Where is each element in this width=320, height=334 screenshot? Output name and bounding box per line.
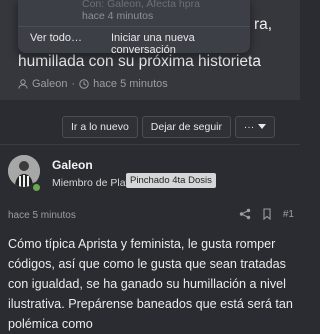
thread-meta: Galeon · hace 5 minutos: [18, 78, 168, 90]
thread-time: hace 5 minutos: [93, 78, 168, 90]
clock-icon: [79, 79, 89, 89]
popup-divider: [18, 26, 250, 27]
post-actions: #1: [239, 208, 294, 220]
post-body: Cómo típica Aprista y feminista, le gust…: [8, 237, 293, 331]
popup-meta-line1: Con: Galeon, Afecta hpra: [82, 0, 200, 10]
unfollow-button[interactable]: Dejar de seguir: [141, 116, 231, 138]
see-all-link[interactable]: Ver todo…: [30, 32, 82, 44]
user-badge: Pinchado 4ta Dosis: [126, 173, 216, 188]
user-icon: [18, 79, 28, 89]
post-username[interactable]: Galeon: [52, 158, 93, 172]
bookmark-icon[interactable]: [261, 208, 273, 220]
post-user-rank: Miembro de Plata: [52, 177, 135, 189]
post: Galeon Miembro de Plata Pinchado 4ta Dos…: [0, 144, 300, 331]
thread-actions: Ir a lo nuevo Dejar de seguir ···: [62, 116, 275, 138]
chevron-down-icon: [258, 124, 267, 129]
post-number[interactable]: #1: [283, 209, 294, 220]
post-time[interactable]: hace 5 minutos: [8, 210, 76, 221]
more-dots: ···: [243, 121, 255, 133]
popup-meta-line2: hace 4 minutos: [82, 10, 154, 22]
new-conversation-link[interactable]: Iniciar una nueva conversación: [111, 32, 250, 56]
popup-meta: Con: Galeon, Afecta hpra hace 4 minutos: [82, 0, 200, 22]
online-indicator: [31, 182, 42, 193]
thread-header-card: ra, humillada con su próxima historieta …: [0, 0, 300, 100]
goto-new-button[interactable]: Ir a lo nuevo: [62, 116, 138, 138]
separator: ·: [71, 78, 76, 90]
conversation-popup: Con: Galeon, Afecta hpra hace 4 minutos …: [18, 0, 250, 56]
thread-title-fragment: ra,: [254, 16, 273, 33]
share-icon[interactable]: [239, 208, 251, 220]
thread-author[interactable]: Galeon: [32, 78, 67, 90]
more-button[interactable]: ···: [235, 116, 275, 138]
